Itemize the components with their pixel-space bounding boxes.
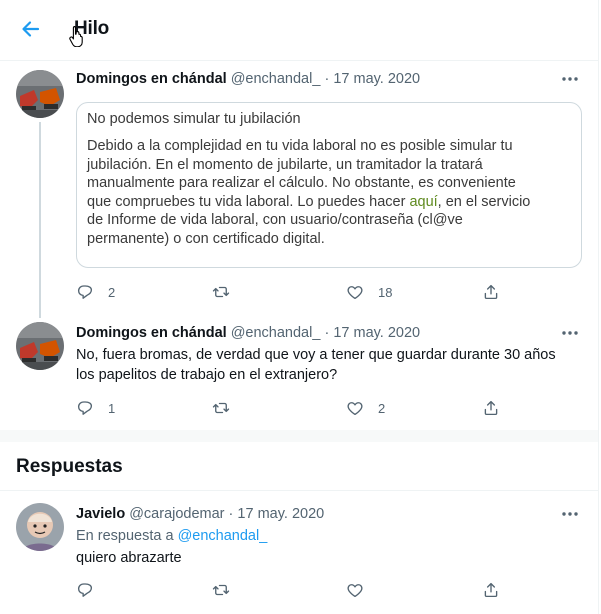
author-handle[interactable]: @enchandal_: [231, 325, 321, 341]
share-button[interactable]: [482, 397, 500, 419]
tweet-text: No, fuera bromas, de verdad que voy a te…: [76, 345, 556, 385]
avatar[interactable]: [16, 503, 64, 551]
card-body-line: permanente) o con certificado digital.: [87, 230, 325, 247]
heart-icon: [347, 402, 363, 416]
tweet-meta: Javielo @carajodemar · 17 may. 2020: [76, 506, 324, 522]
reply-count: 1: [108, 400, 116, 416]
share-button[interactable]: [482, 579, 500, 601]
like-button[interactable]: 18: [346, 281, 392, 303]
retweet-icon: [212, 402, 230, 414]
more-options-icon[interactable]: [560, 510, 580, 518]
avatar-image-icon: [16, 70, 64, 118]
card-title: No podemos simular tu jubilación: [87, 111, 301, 127]
replies-heading: Respuestas: [16, 456, 123, 477]
share-button[interactable]: [482, 281, 500, 303]
replying-to: En respuesta a @enchandal_: [76, 528, 267, 544]
reply-icon: [77, 583, 93, 597]
like-count: 2: [378, 400, 386, 416]
author-handle[interactable]: @enchandal_: [231, 71, 321, 87]
avatar-image-icon: [16, 503, 64, 551]
card-body-line: Debido a la complejidad en tu vida labor…: [87, 138, 513, 154]
author-name[interactable]: Domingos en chándal: [76, 325, 227, 341]
reply-icon: [77, 285, 93, 299]
card-body-text: , en el servicio: [437, 193, 531, 210]
retweet-icon: [212, 286, 230, 298]
embedded-image-card[interactable]: No podemos simular tu jubilación Debido …: [76, 102, 582, 268]
tweet-actions: [76, 579, 556, 601]
retweet-button[interactable]: [212, 397, 230, 419]
card-link-aqui: aquí: [409, 193, 438, 210]
card-body-line: que compruebes tu vida laboral. Lo puede…: [87, 193, 567, 212]
reply-button[interactable]: 1: [76, 397, 115, 419]
card-body-line: jubilación. En el momento de jubilarte, …: [87, 156, 483, 173]
tweet-text-line: los papelitos de trabajo en el extranjer…: [76, 367, 338, 383]
card-body-text: que compruebes tu vida laboral. Lo puede…: [87, 193, 410, 210]
tweet-date[interactable]: 17 may. 2020: [237, 506, 324, 522]
replying-to-label: En respuesta a: [76, 528, 174, 544]
tweet-text: quiero abrazarte: [76, 550, 182, 566]
tweet-date[interactable]: 17 may. 2020: [333, 325, 420, 341]
like-button[interactable]: [346, 579, 364, 601]
avatar[interactable]: [16, 322, 64, 370]
author-handle[interactable]: @carajodemar: [129, 506, 224, 522]
reply-count: 2: [108, 284, 116, 300]
tweet-1[interactable]: Domingos en chándal @enchandal_ · 17 may…: [0, 60, 598, 318]
author-name[interactable]: Javielo: [76, 506, 125, 522]
thread-header: Hilo: [0, 0, 598, 61]
back-button[interactable]: [16, 14, 46, 44]
tweet-meta: Domingos en chándal @enchandal_ · 17 may…: [76, 325, 420, 341]
avatar-image-icon: [16, 322, 64, 370]
reply-tweet[interactable]: Javielo @carajodemar · 17 may. 2020 En r…: [0, 491, 598, 614]
retweet-icon: [212, 584, 230, 596]
author-name[interactable]: Domingos en chándal: [76, 71, 227, 87]
reply-button[interactable]: [76, 579, 94, 601]
thread-connector-line: [39, 122, 41, 318]
retweet-button[interactable]: [212, 281, 230, 303]
tweet-actions: 2 18: [76, 281, 556, 303]
mention-link[interactable]: @enchandal_: [178, 528, 268, 544]
more-options-icon[interactable]: [560, 75, 580, 83]
tweet-meta: Domingos en chándal @enchandal_ · 17 may…: [76, 71, 420, 87]
thread-column: Hilo Domingos en chándal @enchandal_ · 1…: [0, 0, 599, 614]
share-icon: [484, 582, 498, 598]
tweet-actions: 1 2: [76, 397, 556, 419]
retweet-button[interactable]: [212, 579, 230, 601]
meta-separator: ·: [228, 506, 234, 522]
heart-icon: [347, 286, 363, 300]
card-body-line: de Informe de vida laboral, con usuario/…: [87, 212, 463, 228]
like-button[interactable]: 2: [346, 397, 385, 419]
heart-icon: [347, 584, 363, 598]
arrow-left-icon: [22, 21, 40, 37]
avatar[interactable]: [16, 70, 64, 118]
meta-separator: ·: [324, 325, 330, 341]
hand-cursor-icon: [69, 25, 83, 47]
tweet-text-line: No, fuera bromas, de verdad que voy a te…: [76, 347, 556, 363]
tweet-date[interactable]: 17 may. 2020: [333, 71, 420, 87]
share-icon: [484, 400, 498, 416]
reply-button[interactable]: 2: [76, 281, 115, 303]
card-body: Debido a la complejidad en tu vida labor…: [87, 137, 567, 248]
share-icon: [484, 284, 498, 300]
card-body-line: manualmente para realizar el cálculo. No…: [87, 175, 516, 191]
tweet-2[interactable]: Domingos en chándal @enchandal_ · 17 may…: [0, 312, 598, 430]
reply-icon: [77, 401, 93, 415]
meta-separator: ·: [324, 71, 330, 87]
more-options-icon[interactable]: [560, 329, 580, 337]
like-count: 18: [378, 284, 393, 300]
section-separator: [0, 430, 598, 442]
